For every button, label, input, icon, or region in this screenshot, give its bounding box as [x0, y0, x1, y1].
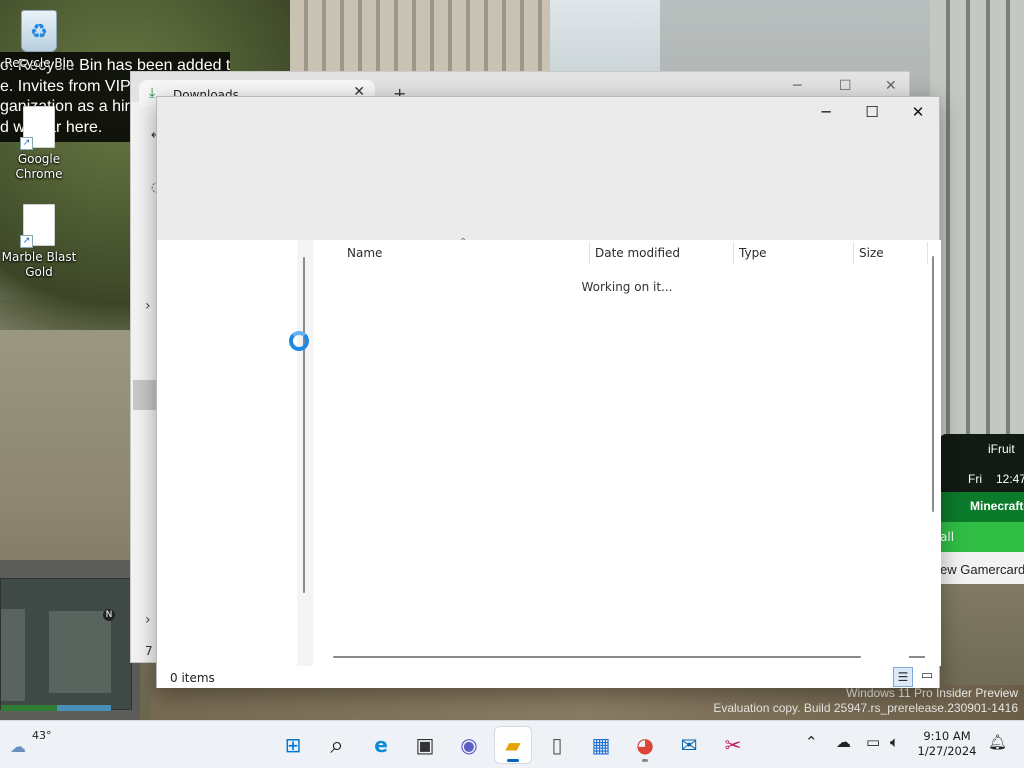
volume-icon[interactable]: 🔈︎ — [890, 733, 899, 751]
navigation-pane[interactable] — [157, 240, 297, 666]
windows-logo-icon: ⊞ — [284, 733, 302, 757]
loading-spinner-icon — [289, 331, 309, 351]
browser-maximize-button[interactable]: ☐ — [839, 78, 852, 94]
chevron-right-icon[interactable]: › — [145, 612, 151, 628]
scissors-icon: ✂ — [724, 733, 742, 757]
scrollbar-thumb[interactable] — [932, 256, 934, 512]
download-icon: ⤓ — [149, 85, 156, 101]
file-icon: ↗ — [20, 204, 55, 248]
column-separator[interactable] — [853, 242, 854, 264]
pane-gutter — [297, 240, 313, 666]
cloud-icon: ☁ — [10, 737, 26, 756]
phone-banner: Minecraftco — [940, 492, 1024, 522]
vertical-scrollbar[interactable] — [929, 256, 941, 628]
shortcut-arrow-icon: ↗ — [20, 235, 33, 248]
browser-sidebar-selection — [133, 380, 157, 410]
weather-widget[interactable]: ☁ 43° — [8, 727, 68, 763]
windows-watermark: Windows 11 Pro Insider Preview Evaluatio… — [713, 686, 1018, 716]
column-headers: ⌃ Name Date modified Type Size — [313, 237, 929, 266]
column-header-date-modified[interactable]: Date modified — [595, 246, 680, 260]
edge-icon: e — [374, 733, 388, 757]
column-header-size[interactable]: Size — [859, 246, 884, 260]
start-button[interactable]: ⊞ — [275, 727, 311, 763]
network-icon[interactable]: ▭ — [866, 733, 880, 751]
phone-time: 12:47 — [996, 472, 1024, 486]
snipping-tool-button[interactable]: ✂ — [715, 727, 751, 763]
file-list[interactable]: ⌃ Name Date modified Type Size Working o… — [313, 237, 941, 666]
clock-time: 9:10 AM — [923, 729, 971, 743]
file-explorer-window[interactable]: ─ ☐ ✕ ⌃ Name Date modified Type Size Wor… — [156, 96, 941, 688]
minimize-button[interactable]: ─ — [803, 97, 849, 127]
chevron-right-icon[interactable]: › — [145, 298, 151, 314]
watermark-edition: Windows 11 Pro Insider Preview — [846, 686, 1018, 700]
desktop-icon-label: Marble Blast Gold — [1, 250, 77, 279]
close-button[interactable]: ✕ — [895, 97, 941, 127]
recycle-bin-icon: ♻ — [21, 10, 57, 52]
phone-gamercard: ew Gamercard — [940, 552, 1024, 584]
column-separator[interactable] — [927, 242, 928, 264]
watermark-build: Evaluation copy. Build 25947.rs_prerelea… — [713, 701, 1018, 715]
column-separator[interactable] — [589, 242, 590, 264]
notepad-button[interactable]: ▯ — [539, 727, 575, 763]
scrollbar-end — [909, 656, 925, 658]
onedrive-cloud-icon[interactable]: ☁ — [836, 733, 851, 751]
game-phone: iFruit Fri 12:47 Minecraftco all ew Game… — [940, 434, 1024, 584]
chrome-icon: ◕ — [636, 733, 654, 757]
column-header-name[interactable]: Name — [347, 246, 382, 260]
explorer-header: ─ ☐ ✕ — [157, 97, 939, 240]
search-button[interactable]: ⌕ — [319, 727, 355, 763]
clock[interactable]: 9:10 AM 1/27/2024 — [912, 729, 982, 759]
sort-ascending-icon: ⌃ — [459, 237, 468, 248]
mail-icon: ✉ — [680, 733, 698, 757]
details-view-button[interactable]: ☰ — [893, 667, 913, 687]
column-header-type[interactable]: Type — [739, 246, 767, 260]
store-icon: ▦ — [591, 733, 611, 757]
wallpaper-columns — [930, 0, 1024, 440]
minimap-north-marker: N — [103, 609, 115, 621]
desktop-icon-label: Recycle Bin — [4, 56, 74, 70]
store-button[interactable]: ▦ — [583, 727, 619, 763]
shortcut-arrow-icon: ↗ — [20, 137, 33, 150]
game-minimap: N — [0, 578, 132, 711]
folder-icon: ▰ — [505, 733, 521, 757]
notepad-icon: ▯ — [551, 733, 563, 757]
search-icon: ⌕ — [330, 731, 344, 759]
desktop-icon-marble-blast-gold[interactable]: ↗ Marble Blast Gold — [0, 204, 78, 279]
clock-date: 1/27/2024 — [917, 744, 977, 758]
chevron-up-icon[interactable]: ⌃ — [805, 733, 818, 751]
loading-message: Working on it... — [581, 280, 673, 294]
phone-day: Fri — [968, 472, 982, 486]
browser-minimize-button[interactable]: ─ — [793, 78, 801, 94]
task-view-button[interactable]: ▣ — [407, 727, 443, 763]
chat-button[interactable]: ◉ — [451, 727, 487, 763]
task-view-icon: ▣ — [415, 733, 435, 757]
tiles-view-button[interactable]: ▭ — [917, 667, 937, 687]
notification-bell-icon[interactable]: 🔔︎ — [988, 733, 1007, 751]
navigation-pane-scrollbar[interactable] — [303, 257, 305, 593]
scrollbar-thumb[interactable] — [333, 656, 861, 658]
file-icon: ↗ — [20, 106, 55, 150]
status-bar: 0 items ☰ ▭ — [157, 666, 939, 688]
desktop-icon-google-chrome[interactable]: ↗ Google Chrome — [0, 106, 78, 181]
phone-app-name: iFruit — [988, 442, 1015, 456]
column-separator[interactable] — [733, 242, 734, 264]
chat-icon: ◉ — [460, 733, 478, 757]
weather-temperature: 43° — [32, 729, 52, 742]
horizontal-scrollbar[interactable] — [317, 650, 929, 662]
file-explorer-taskbar-button[interactable]: ▰ — [495, 727, 531, 763]
edge-preview-button[interactable]: e — [363, 727, 399, 763]
desktop-icon-label: Google Chrome — [15, 152, 63, 181]
wallpaper-building — [290, 0, 550, 80]
phone-band: all — [940, 522, 1024, 552]
taskbar: ☁ 43° ⊞ ⌕ e ▣ ◉ ▰ ▯ ▦ ◕ ✉ ✂ ⌃ ☁ ▭ 🔈︎ 9:1… — [0, 720, 1024, 768]
maximize-button[interactable]: ☐ — [849, 97, 895, 127]
chrome-taskbar-button[interactable]: ◕ — [627, 727, 663, 763]
desktop-icon-recycle-bin[interactable]: ♻ Recycle Bin — [0, 10, 78, 71]
browser-close-button[interactable]: ✕ — [885, 78, 897, 94]
mail-button[interactable]: ✉ — [671, 727, 707, 763]
item-count: 0 items — [170, 671, 215, 685]
